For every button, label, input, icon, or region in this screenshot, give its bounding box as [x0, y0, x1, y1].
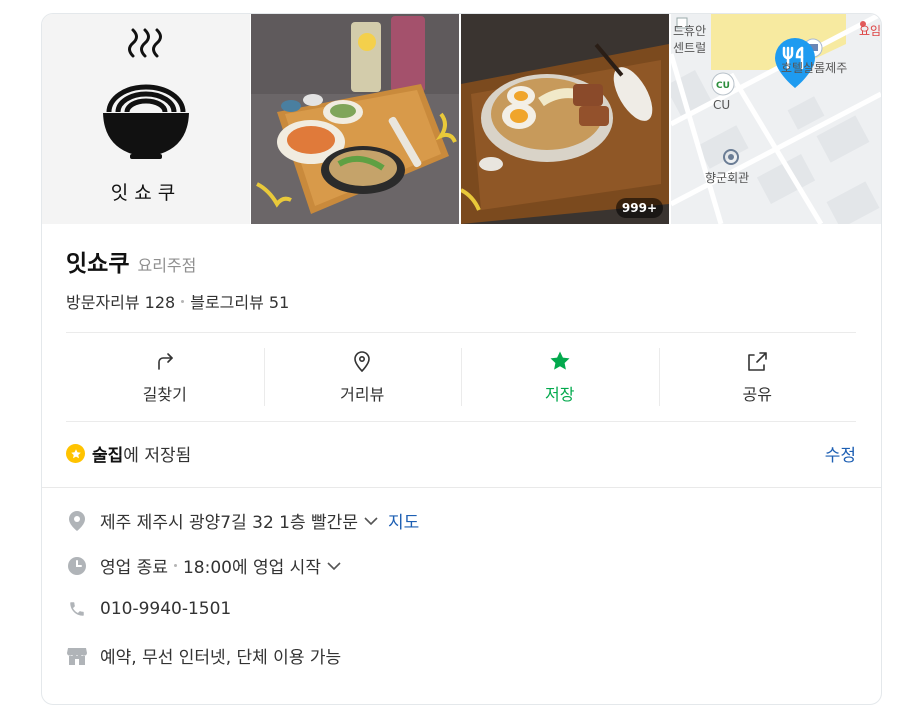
address-text[interactable]: 제주 제주시 광양7길 32 1층 빨간문 [100, 508, 358, 533]
divider [42, 487, 881, 488]
share-icon [748, 352, 768, 371]
noodle-bowl-logo-icon [103, 28, 189, 159]
clock-icon [66, 555, 88, 577]
phone-number[interactable]: 010-9940-1501 [100, 599, 231, 619]
map-label: 센트럴 [673, 41, 707, 55]
phone-row: 010-9940-1501 [66, 598, 231, 620]
place-card: 잇쇼쿠 999+ CU 요임 드휴안 센트럴 호텔살롬제주 CU 향군회관 잇쇼… [41, 13, 882, 705]
store-icon [66, 645, 88, 667]
place-name: 잇쇼쿠 [66, 251, 130, 277]
business-status: 영업 종료 [100, 558, 168, 578]
chevron-down-icon[interactable] [327, 561, 341, 571]
street-view-button[interactable]: 거리뷰 [263, 334, 462, 420]
chevron-down-icon[interactable] [364, 516, 378, 526]
logo-text: 잇쇼쿠 [110, 182, 182, 204]
business-hours[interactable]: 18:00에 영업 시작 [183, 553, 321, 578]
save-button[interactable]: 저장 [461, 334, 659, 420]
map-label: 호텔살롬제주 [781, 61, 848, 75]
phone-icon [66, 598, 88, 620]
amenities-text: 예약, 무선 인터넷, 단체 이용 가능 [100, 648, 342, 668]
saved-status-text: 에 저장됨 [123, 446, 192, 466]
map-label: 드휴안 [673, 24, 707, 38]
directions-icon [157, 353, 173, 370]
location-pin-icon [66, 510, 88, 532]
map-label: CU [713, 98, 731, 112]
divider [66, 332, 856, 333]
separator-dot [181, 299, 185, 303]
action-label: 거리뷰 [340, 385, 385, 404]
saved-row: 술집 에 저장됨 수정 [66, 441, 856, 466]
logo-tile[interactable]: 잇쇼쿠 [42, 14, 250, 224]
star-icon [550, 351, 570, 370]
street-view-icon [354, 351, 371, 373]
visitor-reviews-link[interactable]: 방문자리뷰 128 [66, 289, 175, 313]
title-row: 잇쇼쿠 요리주점 [66, 244, 196, 278]
saved-folder-name[interactable]: 술집 [92, 441, 123, 466]
ramen-illustration [461, 14, 669, 224]
action-bar: 길찾기 거리뷰 저장 공유 [66, 334, 856, 420]
saved-star-icon [66, 444, 85, 463]
photo-count-badge: 999+ [615, 198, 663, 218]
review-row: 방문자리뷰 128 블로그리뷰 51 [66, 289, 289, 313]
separator-dot [173, 564, 177, 567]
action-label: 길찾기 [142, 385, 187, 404]
place-category: 요리주점 [137, 256, 197, 275]
divider [66, 421, 856, 422]
share-button[interactable]: 공유 [658, 334, 857, 420]
photo-strip: 잇쇼쿠 999+ CU 요임 드휴안 센트럴 호텔살롬제주 CU 향군회관 [42, 14, 881, 224]
amenities-row: 예약, 무선 인터넷, 단체 이용 가능 [66, 643, 341, 668]
photo-ramen[interactable]: 999+ [461, 14, 669, 224]
blog-reviews-link[interactable]: 블로그리뷰 51 [190, 289, 289, 313]
map-label: 향군회관 [705, 171, 750, 185]
photo-food-platter[interactable] [251, 14, 459, 224]
svg-text:CU: CU [716, 81, 730, 91]
directions-button[interactable]: 길찾기 [66, 334, 264, 420]
map-link[interactable]: 지도 [388, 508, 419, 533]
food-platter-illustration [251, 14, 459, 224]
edit-saved-button[interactable]: 수정 [825, 441, 856, 466]
hours-row: 영업 종료 18:00에 영업 시작 [66, 553, 341, 578]
mini-map[interactable]: CU 요임 드휴안 센트럴 호텔살롬제주 CU 향군회관 [671, 14, 881, 224]
action-label: 저장 [545, 385, 575, 404]
address-row: 제주 제주시 광양7길 32 1층 빨간문 지도 [66, 508, 419, 533]
action-label: 공유 [742, 385, 772, 404]
map-label: 요임 [859, 24, 881, 38]
